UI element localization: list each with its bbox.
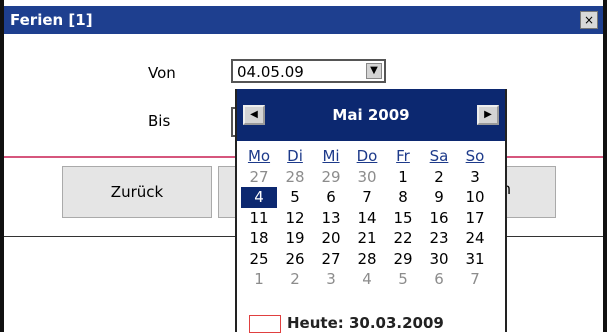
- calendar-week-row: 27 28 29 30 1 2 3: [241, 167, 503, 188]
- calendar-day[interactable]: 20: [313, 228, 349, 249]
- calendar-day[interactable]: 24: [457, 228, 493, 249]
- calendar-day[interactable]: 28: [349, 249, 385, 270]
- calendar-day[interactable]: 1: [385, 167, 421, 188]
- weekday-header: Mi: [322, 147, 340, 165]
- calendar-month-label: Mai 2009: [332, 106, 410, 124]
- von-date-value[interactable]: 04.05.09: [237, 63, 304, 81]
- calendar-day[interactable]: 8: [385, 187, 421, 208]
- today-marker-icon: [249, 315, 281, 333]
- calendar-day[interactable]: 23: [421, 228, 457, 249]
- window-border-left: [0, 0, 4, 332]
- calendar-week-row: 18 19 20 21 22 23 24: [241, 228, 503, 249]
- today-label[interactable]: Heute: 30.03.2009: [287, 314, 444, 332]
- back-button-label: Zurück: [110, 183, 164, 201]
- calendar-day[interactable]: 5: [277, 187, 313, 208]
- weekday-header: Do: [356, 147, 378, 165]
- calendar-day[interactable]: 28: [277, 167, 313, 188]
- von-date-field[interactable]: 04.05.09 ▼: [231, 59, 386, 83]
- calendar-day[interactable]: 11: [241, 208, 277, 229]
- calendar-day[interactable]: 2: [421, 167, 457, 188]
- weekday-header: So: [465, 147, 485, 165]
- date-picker-popup[interactable]: ◀ Mai 2009 ▶ Mo Di Mi Do Fr Sa So 27 28 29 30 1 2 3 4 5…: [235, 89, 507, 333]
- calendar-day[interactable]: 26: [277, 249, 313, 270]
- calendar-day[interactable]: 7: [349, 187, 385, 208]
- weekday-header: Sa: [429, 147, 449, 165]
- back-button[interactable]: Zurück: [62, 166, 212, 218]
- bis-label: Bis: [148, 112, 171, 130]
- calendar-day[interactable]: 10: [457, 187, 493, 208]
- calendar-day[interactable]: 21: [349, 228, 385, 249]
- today-row[interactable]: Heute: 30.03.2009: [249, 313, 519, 333]
- calendar-week-row: 11 12 13 14 15 16 17: [241, 208, 503, 229]
- close-icon[interactable]: ×: [580, 11, 598, 29]
- calendar-day[interactable]: 3: [457, 167, 493, 188]
- calendar-day[interactable]: 17: [457, 208, 493, 229]
- calendar-day[interactable]: 15: [385, 208, 421, 229]
- weekday-header: Fr: [396, 147, 410, 165]
- calendar-day[interactable]: 30: [421, 249, 457, 270]
- calendar-day[interactable]: 29: [313, 167, 349, 188]
- calendar-day[interactable]: 13: [313, 208, 349, 229]
- calendar-day[interactable]: 16: [421, 208, 457, 229]
- calendar-day[interactable]: 14: [349, 208, 385, 229]
- title-bar: Ferien [1] ×: [4, 6, 603, 34]
- window-border-right: [603, 0, 607, 332]
- calendar-header: ◀ Mai 2009 ▶: [237, 89, 505, 141]
- calendar-week-row: 25 26 27 28 29 30 31: [241, 249, 503, 270]
- calendar-day[interactable]: 3: [313, 269, 349, 290]
- calendar-day[interactable]: 19: [277, 228, 313, 249]
- calendar-day[interactable]: 31: [457, 249, 493, 270]
- calendar-week-row: 4 5 6 7 8 9 10: [241, 187, 503, 208]
- calendar-day[interactable]: 27: [313, 249, 349, 270]
- calendar-day[interactable]: 6: [421, 269, 457, 290]
- calendar-grid: Mo Di Mi Do Fr Sa So 27 28 29 30 1 2 3 4 5 6 7 8 9 10 11 12 13 1…: [241, 146, 503, 290]
- calendar-day[interactable]: 18: [241, 228, 277, 249]
- calendar-day[interactable]: 12: [277, 208, 313, 229]
- weekday-header: Di: [287, 147, 303, 165]
- calendar-day[interactable]: 6: [313, 187, 349, 208]
- calendar-day-selected[interactable]: 4: [241, 187, 277, 208]
- calendar-day[interactable]: 4: [349, 269, 385, 290]
- dropdown-arrow-icon[interactable]: ▼: [366, 63, 382, 79]
- calendar-day[interactable]: 27: [241, 167, 277, 188]
- weekday-header: Mo: [247, 147, 271, 165]
- calendar-day[interactable]: 29: [385, 249, 421, 270]
- von-label: Von: [148, 64, 176, 82]
- next-month-icon[interactable]: ▶: [477, 105, 499, 125]
- calendar-day[interactable]: 22: [385, 228, 421, 249]
- window-title: Ferien [1]: [10, 11, 93, 29]
- calendar-day[interactable]: 1: [241, 269, 277, 290]
- calendar-day[interactable]: 2: [277, 269, 313, 290]
- weekday-header-row: Mo Di Mi Do Fr Sa So: [241, 146, 503, 167]
- calendar-day[interactable]: 5: [385, 269, 421, 290]
- calendar-day[interactable]: 25: [241, 249, 277, 270]
- calendar-week-row: 1234567: [241, 269, 503, 290]
- calendar-day[interactable]: 7: [457, 269, 493, 290]
- calendar-day[interactable]: 30: [349, 167, 385, 188]
- calendar-day[interactable]: 9: [421, 187, 457, 208]
